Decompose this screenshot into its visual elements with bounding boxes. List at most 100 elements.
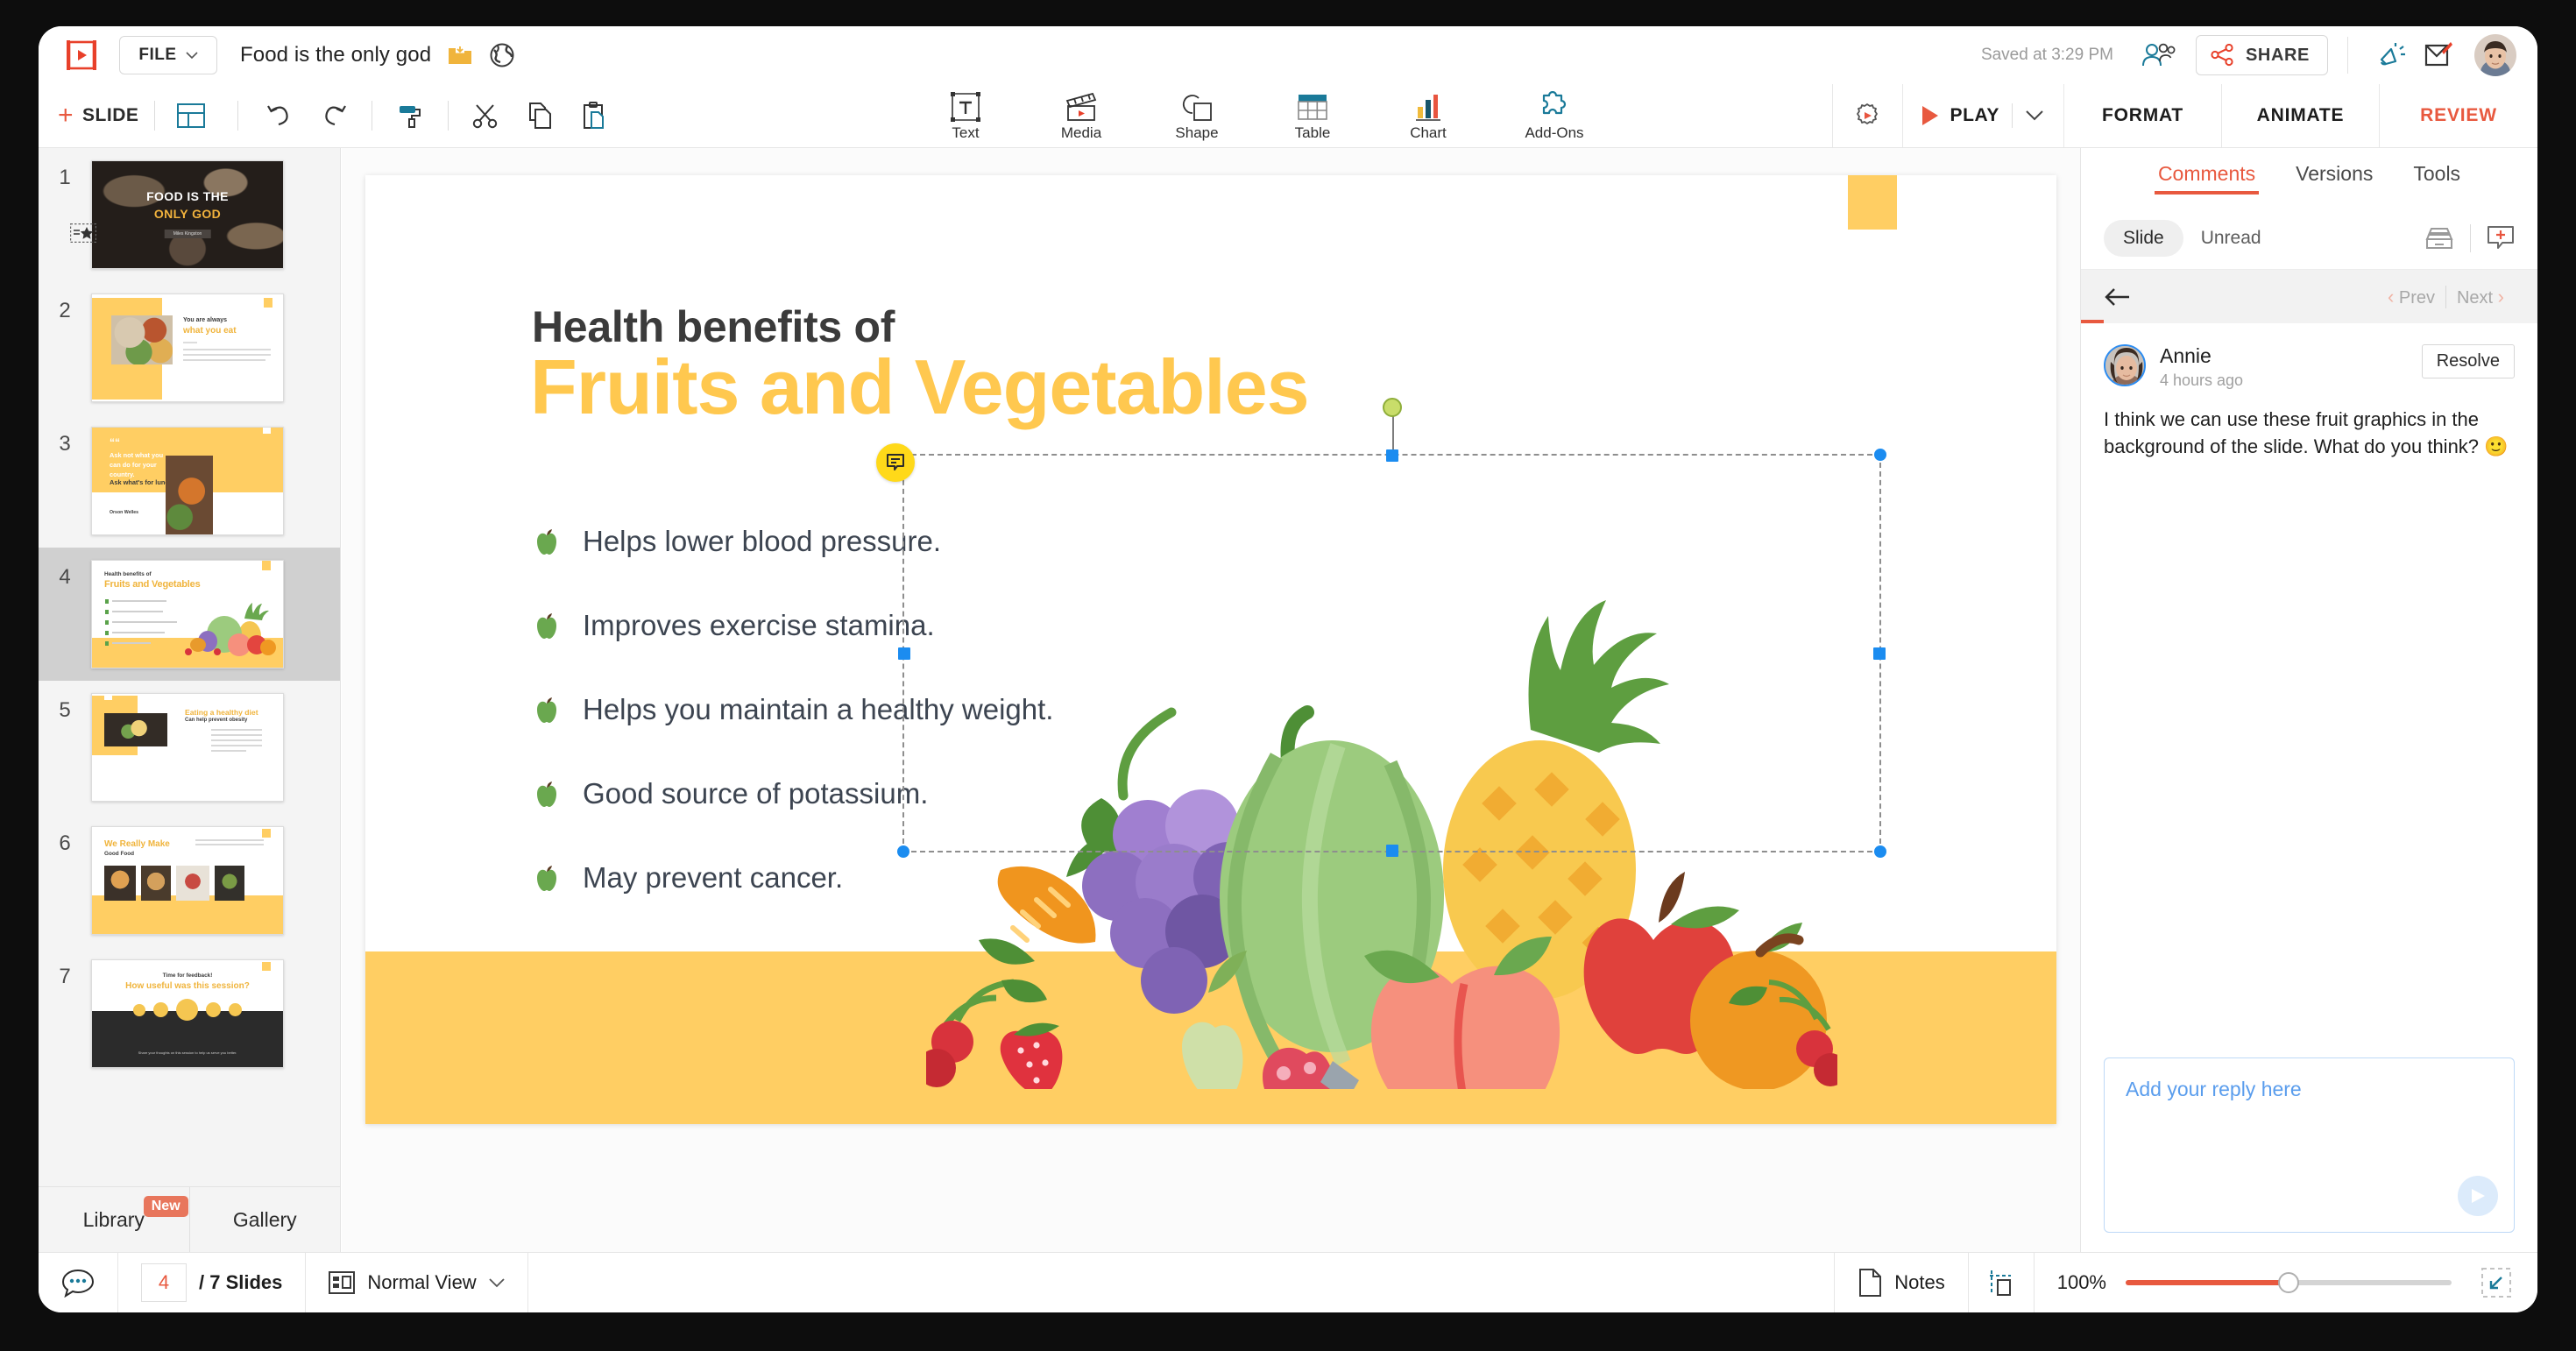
slide-thumbnail[interactable]: Time for feedback! How useful was this s… — [91, 959, 284, 1068]
resize-handle-bottom-left[interactable] — [897, 845, 909, 858]
prev-button[interactable]: ‹ Prev — [2377, 286, 2445, 308]
edit-note-icon[interactable] — [2418, 35, 2459, 75]
fit-to-screen-icon[interactable] — [2481, 1268, 2511, 1298]
arrow-left-icon[interactable] — [2104, 287, 2130, 307]
bullet-text: Helps lower blood pressure. — [583, 525, 942, 557]
reply-placeholder: Add your reply here — [2126, 1078, 2302, 1100]
slide-thumbnail-item[interactable]: 5 Eating a healthy diet Can help prevent… — [39, 681, 340, 814]
next-button[interactable]: Next › — [2446, 286, 2515, 308]
slide-thumbnail[interactable]: Eating a healthy diet Can help prevent o… — [91, 693, 284, 802]
slide-thumbnail-item[interactable]: 6 We Really Make Good Food — [39, 814, 340, 947]
rotate-handle-icon[interactable] — [1382, 398, 1402, 417]
slide-thumbnail[interactable]: ““ Ask not what you can do for your coun… — [91, 427, 284, 535]
add-slide-button[interactable]: + SLIDE — [58, 103, 138, 129]
zoom-slider-knob[interactable] — [2278, 1272, 2299, 1293]
tool-chart-label: Chart — [1410, 124, 1447, 141]
send-icon[interactable] — [2458, 1176, 2498, 1216]
document-title[interactable]: Food is the only god — [240, 43, 431, 67]
slide-thumbnail[interactable]: FOOD IS THE ONLY GOD Miles Kingston — [91, 160, 284, 269]
filter-unread[interactable]: Unread — [2189, 220, 2274, 257]
resize-handle-top-center[interactable] — [1385, 449, 1398, 462]
slide-thumbnail-list[interactable]: 1 FOOD IS THE ONLY GOD Miles Kingston 2 … — [39, 148, 340, 1186]
tab-animate[interactable]: ANIMATE — [2222, 84, 2380, 147]
app-window: FILE Food is the only god Saved at 3:29 … — [39, 26, 2537, 1312]
slide-thumbnail-item-current[interactable]: 4 Health benefits of Fruits and Vegetabl… — [39, 548, 340, 681]
resize-handle-middle-left[interactable] — [898, 647, 910, 660]
view-selector[interactable]: Normal View — [306, 1253, 528, 1312]
tool-text-label: Text — [952, 124, 980, 141]
tool-media[interactable]: Media — [1048, 89, 1115, 142]
tab-gallery[interactable]: Gallery — [188, 1187, 341, 1252]
slide-thumbnail-item[interactable]: 1 FOOD IS THE ONLY GOD Miles Kingston — [39, 148, 340, 281]
add-comment-icon[interactable] — [2487, 225, 2515, 251]
bullet-text: May prevent cancer. — [583, 861, 844, 894]
slide-number-input[interactable]: 4 — [141, 1263, 187, 1302]
folder-download-icon[interactable] — [447, 42, 473, 68]
tool-text[interactable]: Text — [932, 89, 999, 142]
tab-gallery-label: Gallery — [232, 1207, 297, 1231]
play-button[interactable]: PLAY — [1901, 84, 2064, 147]
resize-handle-middle-right[interactable] — [1873, 647, 1886, 660]
presentation-logo-icon[interactable] — [61, 37, 102, 74]
people-icon[interactable] — [2140, 36, 2178, 74]
selection-box[interactable] — [876, 398, 1886, 858]
resize-handle-top-right[interactable] — [1874, 449, 1886, 461]
slide-layout-badge-icon[interactable] — [70, 223, 96, 243]
globe-icon[interactable] — [489, 42, 515, 68]
file-menu-button[interactable]: FILE — [119, 36, 217, 74]
tool-chart[interactable]: Chart — [1395, 89, 1461, 142]
chevron-down-icon — [186, 51, 198, 59]
archive-tray-icon[interactable] — [2424, 223, 2454, 253]
slide-heading-large[interactable]: Fruits and Vegetables — [530, 346, 1310, 428]
tool-addons[interactable]: Add-Ons — [1511, 89, 1598, 142]
slide-thumbnail[interactable]: Health benefits of Fruits and Vegetables — [91, 560, 284, 668]
comment-avatar — [2104, 344, 2146, 386]
format-painter-icon[interactable] — [390, 95, 430, 136]
reply-input[interactable]: Add your reply here — [2104, 1057, 2515, 1233]
slide-thumbnail-item[interactable]: 3 ““ Ask not what you can do for your co… — [39, 414, 340, 548]
tool-table[interactable]: Table — [1279, 89, 1346, 142]
resize-handle-bottom-center[interactable] — [1385, 845, 1398, 857]
tab-format[interactable]: FORMAT — [2064, 84, 2222, 147]
slide-layout-icon[interactable] — [171, 95, 211, 136]
slide-number: 2 — [59, 299, 71, 322]
tab-tools[interactable]: Tools — [2413, 162, 2460, 195]
library-gallery-tabs: Library New Gallery — [39, 1186, 340, 1252]
tab-versions[interactable]: Versions — [2296, 162, 2373, 195]
reply-area: Add your reply here — [2081, 1045, 2537, 1252]
scissors-icon[interactable] — [466, 95, 506, 136]
comments-filter-bar: Slide Unread — [2081, 208, 2537, 269]
comments-toggle[interactable] — [39, 1253, 118, 1312]
copy-icon[interactable] — [520, 95, 561, 136]
current-slide[interactable]: Health benefits of Fruits and Vegetables… — [365, 175, 2056, 1124]
tab-library[interactable]: Library New — [39, 1187, 189, 1252]
thumb-title-line1: Time for feedback! — [162, 973, 213, 979]
megaphone-icon[interactable] — [2373, 35, 2413, 75]
redo-icon[interactable] — [314, 95, 354, 136]
guides-button[interactable] — [1967, 1253, 2034, 1312]
divider — [2347, 37, 2348, 74]
resize-handle-bottom-right[interactable] — [1874, 845, 1886, 858]
tab-comments[interactable]: Comments — [2154, 162, 2260, 195]
notes-label: Notes — [1894, 1271, 1945, 1293]
slide-canvas[interactable]: Health benefits of Fruits and Vegetables… — [342, 148, 2080, 1252]
filter-slide[interactable]: Slide — [2104, 220, 2183, 257]
resolve-button[interactable]: Resolve — [2421, 344, 2515, 378]
comment-pin-icon[interactable] — [876, 443, 915, 482]
paste-icon[interactable] — [575, 95, 615, 136]
settings-gear-icon[interactable] — [1831, 84, 1902, 147]
thumb-title-line2: ONLY GOD — [153, 207, 222, 221]
tool-shape[interactable]: Shape — [1164, 89, 1230, 142]
avatar[interactable] — [2474, 34, 2516, 76]
slide-thumbnail[interactable]: We Really Make Good Food — [91, 826, 284, 935]
comment-thread-nav: ‹ Prev Next › — [2081, 269, 2537, 323]
plus-icon: + — [58, 101, 74, 130]
slide-thumbnail[interactable]: You are always what you eat — [91, 294, 284, 402]
slide-thumbnail-item[interactable]: 2 You are always what you eat — [39, 281, 340, 414]
undo-icon[interactable] — [259, 95, 300, 136]
zoom-slider[interactable] — [2126, 1272, 2452, 1293]
tab-review[interactable]: REVIEW — [2380, 84, 2537, 147]
notes-button[interactable]: Notes — [1834, 1253, 1967, 1312]
slide-thumbnail-item[interactable]: 7 Time for feedback! How useful was this… — [39, 947, 340, 1080]
share-button[interactable]: SHARE — [2195, 35, 2328, 75]
